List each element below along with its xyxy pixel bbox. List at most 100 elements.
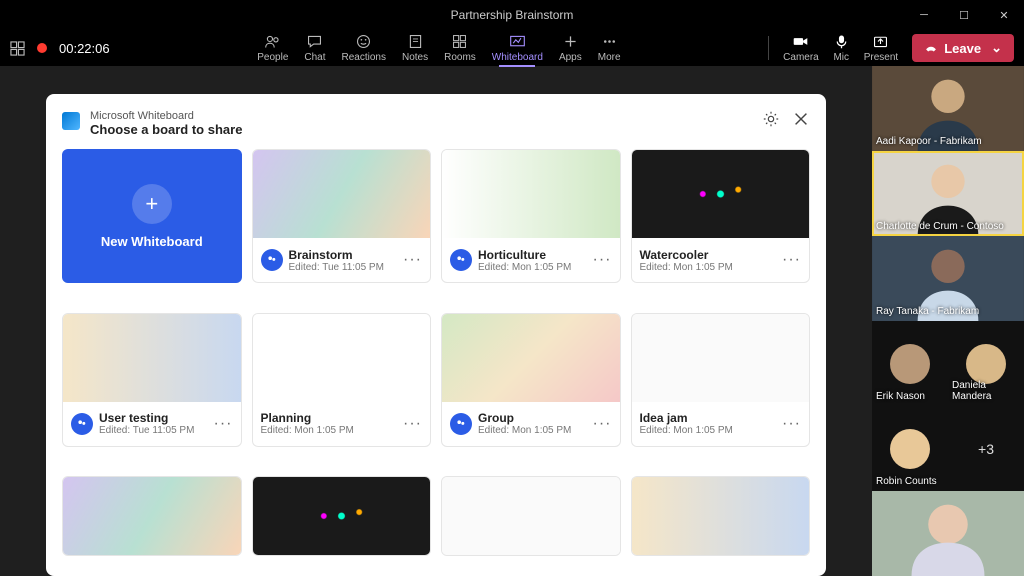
- board-name: Group: [478, 411, 587, 425]
- hangup-icon: [924, 41, 938, 55]
- board-name: Brainstorm: [289, 248, 398, 262]
- whiteboard-button[interactable]: Whiteboard: [492, 33, 543, 63]
- mic-icon: [833, 33, 850, 50]
- whiteboard-card[interactable]: Brainstorm Edited: Tue 11:05 PM ···: [252, 149, 432, 283]
- apps-button[interactable]: Apps: [559, 33, 582, 63]
- participant-tile[interactable]: Robin Counts: [872, 406, 948, 491]
- notes-button[interactable]: Notes: [402, 33, 428, 63]
- board-more-button[interactable]: ···: [593, 415, 612, 433]
- video-feed: [872, 491, 1024, 576]
- call-timer: 00:22:06: [59, 41, 110, 56]
- mic-button[interactable]: Mic: [833, 33, 850, 63]
- whiteboard-card[interactable]: Watercooler Edited: Mon 1:05 PM ···: [631, 149, 811, 283]
- participant-tile[interactable]: Daniela Mandera: [948, 321, 1024, 406]
- avatar: [890, 344, 930, 384]
- participant-tile[interactable]: Charlotte de Crum - Contoso: [872, 151, 1024, 236]
- camera-icon: [792, 33, 809, 50]
- people-button[interactable]: People: [257, 33, 288, 63]
- board-meta: Edited: Mon 1:05 PM: [640, 425, 777, 436]
- participant-strip: Aadi Kapoor - Fabrikam Charlotte de Crum…: [872, 66, 1024, 576]
- participant-tile[interactable]: Aadi Kapoor - Fabrikam: [872, 66, 1024, 151]
- participant-tile[interactable]: Erik Nason: [872, 321, 948, 406]
- overflow-participants[interactable]: +3: [948, 406, 1024, 491]
- board-meta: Edited: Mon 1:05 PM: [640, 262, 777, 273]
- board-name: Idea jam: [640, 411, 777, 425]
- window-title: Partnership Brainstorm: [451, 8, 574, 22]
- settings-icon[interactable]: [762, 110, 780, 128]
- whiteboard-picker-dialog: Microsoft Whiteboard Choose a board to s…: [46, 94, 826, 576]
- board-more-button[interactable]: ···: [782, 415, 801, 433]
- overflow-count: +3: [978, 441, 994, 457]
- board-thumbnail: [632, 150, 810, 238]
- board-thumbnail: [63, 477, 241, 555]
- more-icon: [601, 33, 618, 50]
- board-more-button[interactable]: ···: [593, 251, 612, 269]
- more-button[interactable]: More: [598, 33, 621, 63]
- shared-icon: [450, 249, 472, 271]
- board-thumbnail: [442, 314, 620, 402]
- participant-tile[interactable]: Ray Tanaka - Fabrikam: [872, 236, 1024, 321]
- whiteboard-card[interactable]: Horticulture Edited: Mon 1:05 PM ···: [441, 149, 621, 283]
- reactions-button[interactable]: Reactions: [342, 33, 386, 63]
- board-thumbnail: [632, 477, 810, 555]
- whiteboard-card[interactable]: User testing Edited: Tue 11:05 PM ···: [62, 313, 242, 447]
- participant-name: Robin Counts: [876, 476, 937, 487]
- board-thumbnail: [442, 150, 620, 238]
- dialog-title: Choose a board to share: [90, 122, 752, 137]
- whiteboard-logo-icon: [62, 112, 80, 130]
- present-icon: [872, 33, 889, 50]
- chat-button[interactable]: Chat: [304, 33, 325, 63]
- shared-icon: [71, 413, 93, 435]
- whiteboard-card[interactable]: [631, 476, 811, 556]
- participant-tile[interactable]: [872, 491, 1024, 576]
- maximize-button[interactable]: ☐: [944, 0, 984, 30]
- whiteboard-card[interactable]: [441, 476, 621, 556]
- board-name: Watercooler: [640, 248, 777, 262]
- board-more-button[interactable]: ···: [403, 415, 422, 433]
- camera-button[interactable]: Camera: [783, 33, 819, 63]
- participant-name: Aadi Kapoor - Fabrikam: [876, 136, 982, 147]
- shared-icon: [450, 413, 472, 435]
- participant-name: Daniela Mandera: [952, 380, 1024, 402]
- whiteboard-icon: [509, 33, 526, 50]
- board-name: User testing: [99, 411, 208, 425]
- board-meta: Edited: Tue 11:05 PM: [289, 262, 398, 273]
- notes-icon: [407, 33, 424, 50]
- divider: [768, 36, 769, 60]
- board-name: Horticulture: [478, 248, 587, 262]
- leave-button[interactable]: Leave ⌄: [912, 34, 1014, 62]
- avatar: [890, 429, 930, 469]
- avatar: [966, 344, 1006, 384]
- present-button[interactable]: Present: [864, 33, 898, 63]
- board-meta: Edited: Tue 11:05 PM: [99, 425, 208, 436]
- chevron-down-icon: ⌄: [991, 40, 1002, 56]
- whiteboard-card[interactable]: [252, 476, 432, 556]
- board-thumbnail: [63, 314, 241, 402]
- minimize-button[interactable]: ─: [904, 0, 944, 30]
- close-window-button[interactable]: ✕: [984, 0, 1024, 30]
- new-whiteboard-button[interactable]: + New Whiteboard: [62, 149, 242, 283]
- whiteboard-card[interactable]: Planning Edited: Mon 1:05 PM ···: [252, 313, 432, 447]
- shared-icon: [261, 249, 283, 271]
- close-icon[interactable]: [792, 110, 810, 128]
- rooms-icon: [451, 33, 468, 50]
- recording-indicator-icon: [37, 43, 47, 53]
- gallery-icon[interactable]: [10, 41, 25, 56]
- board-meta: Edited: Mon 1:05 PM: [478, 425, 587, 436]
- board-more-button[interactable]: ···: [403, 251, 422, 269]
- board-thumbnail: [253, 477, 431, 555]
- titlebar: Partnership Brainstorm ─ ☐ ✕: [0, 0, 1024, 30]
- board-thumbnail: [253, 314, 431, 402]
- board-thumbnail: [442, 477, 620, 555]
- board-meta: Edited: Mon 1:05 PM: [261, 425, 398, 436]
- board-more-button[interactable]: ···: [214, 415, 233, 433]
- whiteboard-card[interactable]: [62, 476, 242, 556]
- participant-name: Charlotte de Crum - Contoso: [876, 221, 1004, 232]
- whiteboard-card[interactable]: Idea jam Edited: Mon 1:05 PM ···: [631, 313, 811, 447]
- whiteboard-card[interactable]: Group Edited: Mon 1:05 PM ···: [441, 313, 621, 447]
- board-name: Planning: [261, 411, 398, 425]
- board-thumbnail: [632, 314, 810, 402]
- dialog-product-name: Microsoft Whiteboard: [90, 110, 752, 122]
- rooms-button[interactable]: Rooms: [444, 33, 476, 63]
- board-more-button[interactable]: ···: [782, 251, 801, 269]
